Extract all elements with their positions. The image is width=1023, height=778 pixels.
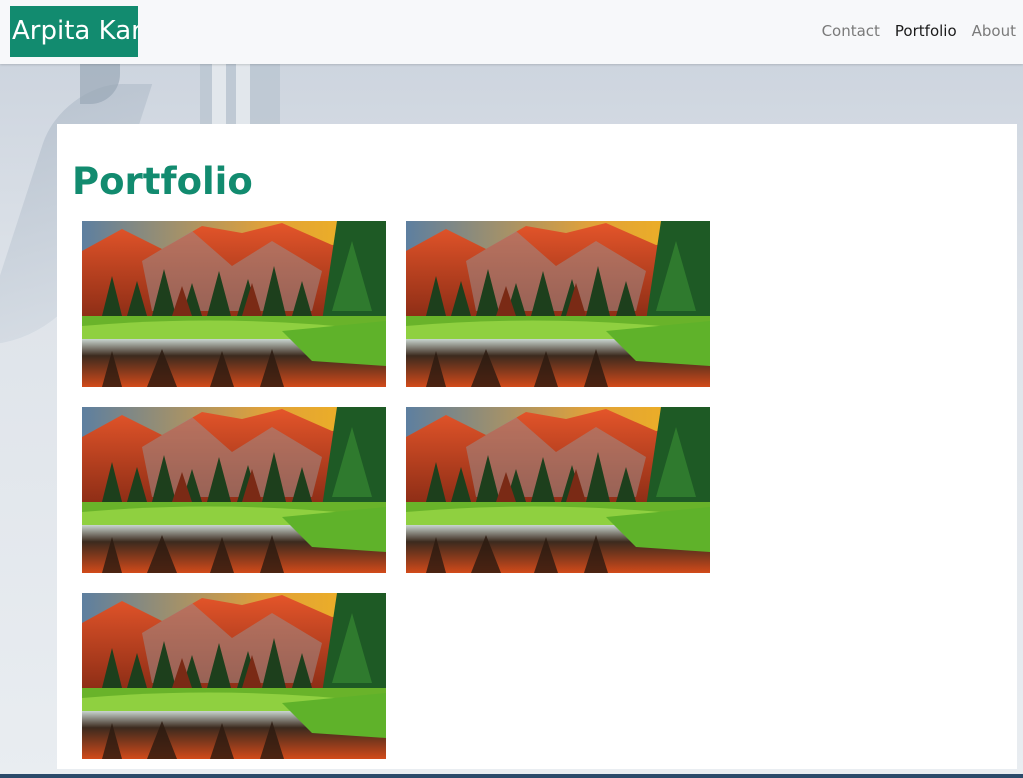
gallery-image-3[interactable] [82, 407, 386, 573]
gallery-image-4[interactable] [406, 407, 710, 573]
nav-about[interactable]: About [972, 22, 1016, 40]
main-nav: Contact Portfolio About [822, 22, 1016, 40]
page-title: Portfolio [72, 160, 253, 203]
gallery-image-1[interactable] [82, 221, 386, 387]
brand-logo[interactable]: Arpita Kar [10, 6, 138, 57]
nav-portfolio[interactable]: Portfolio [895, 22, 957, 40]
nav-contact[interactable]: Contact [822, 22, 880, 40]
top-navbar: Arpita Kar Contact Portfolio About [0, 0, 1023, 64]
gallery-image-5[interactable] [82, 593, 386, 759]
gallery-image-2[interactable] [406, 221, 710, 387]
portfolio-card: Portfolio [57, 124, 1017, 769]
bottom-border [0, 774, 1023, 778]
